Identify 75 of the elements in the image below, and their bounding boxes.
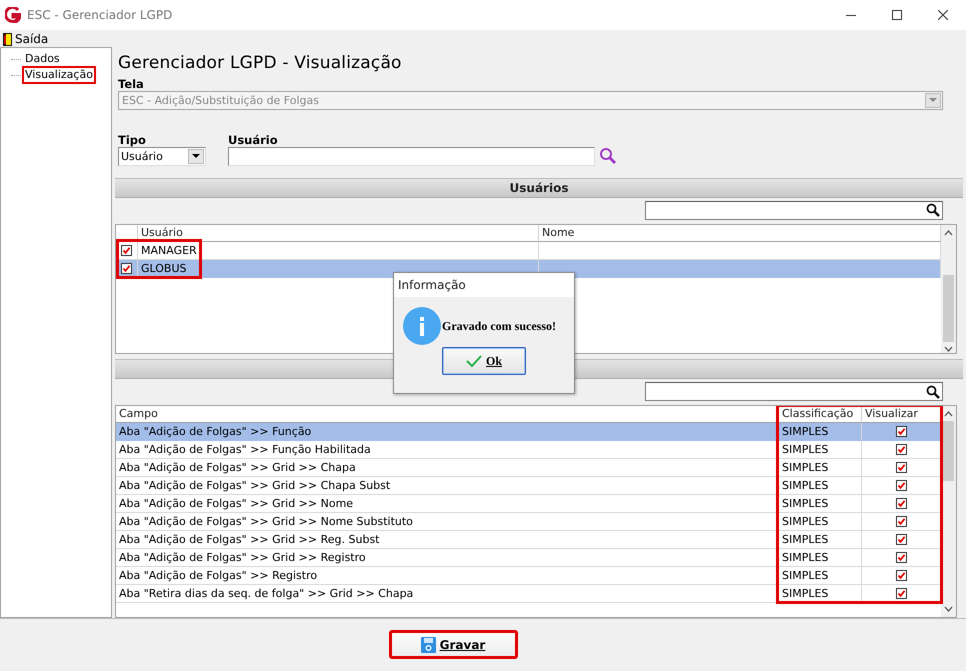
checkbox[interactable] (896, 588, 906, 600)
checkbox[interactable] (896, 516, 906, 528)
table-row[interactable]: Aba "Adição de Folgas" >> Função SIMPLES (116, 423, 941, 442)
table-cell: SIMPLES (779, 531, 862, 550)
search-field[interactable] (645, 200, 943, 220)
search-icon[interactable] (926, 384, 940, 399)
tree-item[interactable]: Dados (22, 50, 63, 68)
field-label: Tela (118, 77, 145, 91)
table-row[interactable]: Aba "Adição de Folgas" >> Grid >> Nome Substituto SIMPLES (116, 513, 941, 532)
checkbox[interactable] (896, 462, 906, 474)
search-icon[interactable] (926, 203, 940, 218)
column-header[interactable]: Visualizar (862, 406, 941, 424)
info-icon (403, 307, 441, 345)
field-label: Usuário (228, 132, 279, 147)
table-cell: SIMPLES (779, 423, 862, 442)
table-cell: SIMPLES (779, 441, 862, 460)
table-cell: Aba "Adição de Folgas" >> Registro (116, 567, 779, 586)
scroll-thumb[interactable] (943, 421, 954, 482)
table-cell: SIMPLES (779, 513, 862, 532)
table-cell: SIMPLES (779, 459, 862, 478)
table-row[interactable]: Aba "Retira dias da seq. de folga" >> Grid >> Chapa SIMPLES (116, 585, 941, 604)
table-cell: SIMPLES (779, 567, 862, 586)
checkbox[interactable] (896, 552, 906, 564)
table-row[interactable]: Aba "Adição de Folgas" >> Grid >> Chapa Subst SIMPLES (116, 477, 941, 496)
table-cell: Aba "Adição de Folgas" >> Grid >> Reg. Subst (116, 531, 779, 550)
table-row[interactable]: Aba "Adição de Folgas" >> Registro SIMPLES (116, 567, 941, 586)
menu-item[interactable]: Saída (15, 32, 48, 46)
table-row[interactable]: Aba "Adição de Folgas" >> Grid >> Reg. Subst SIMPLES (116, 531, 941, 550)
checkbox[interactable] (896, 534, 906, 546)
checkbox[interactable] (121, 262, 132, 274)
search-field[interactable] (645, 382, 943, 402)
field-label: Tipo (118, 132, 147, 147)
exit-door-icon[interactable] (3, 32, 12, 46)
table-cell: Aba "Adição de Folgas" >> Grid >> Nome (116, 495, 779, 514)
section-header: Usuários (115, 178, 963, 198)
table-cell: SIMPLES (779, 495, 862, 514)
table-cell: Aba "Retira dias da seq. de folga" >> Grid >> Chapa (116, 585, 779, 604)
maximize-icon[interactable] (892, 10, 902, 20)
caret-icon[interactable] (192, 154, 200, 159)
type-dropdown[interactable]: Usuário (118, 146, 206, 166)
checkbox[interactable] (896, 480, 906, 492)
table-cell: SIMPLES (779, 585, 862, 604)
table-row[interactable]: Aba "Adição de Folgas" >> Função Habilitada SIMPLES (116, 441, 941, 460)
ok-button[interactable]: Ok (442, 347, 526, 375)
column-header[interactable]: Nome (539, 224, 941, 242)
table-row[interactable]: Aba "Adição de Folgas" >> Grid >> Registro SIMPLES (116, 549, 941, 568)
table-cell: Aba "Adição de Folgas" >> Função Habilitada (116, 441, 779, 460)
table-cell: SIMPLES (779, 477, 862, 496)
check-icon (466, 355, 482, 367)
table-cell: Aba "Adição de Folgas" >> Grid >> Chapa Subst (116, 477, 779, 496)
table-cell: Aba "Adição de Folgas" >> Grid >> Registro (116, 549, 779, 568)
table-row[interactable]: Aba "Adição de Folgas" >> Grid >> Nome SIMPLES (116, 495, 941, 514)
app-logo-icon (5, 7, 21, 23)
page-heading: Gerenciador LGPD - Visualização (118, 52, 403, 75)
table-row[interactable]: Aba "Adição de Folgas" >> Grid >> Chapa SIMPLES (116, 459, 941, 478)
checkbox[interactable] (896, 426, 906, 438)
checkbox[interactable] (896, 498, 906, 510)
column-header[interactable]: Campo (116, 406, 779, 424)
scroll-thumb[interactable] (943, 274, 954, 342)
user-input-field[interactable] (228, 146, 595, 166)
table-cell: SIMPLES (779, 549, 862, 568)
dialog-title: Informação (394, 273, 574, 297)
window-title: ESC - Gerenciador LGPD (27, 8, 174, 22)
table-cell: Aba "Adição de Folgas" >> Grid >> Nome Substituto (116, 513, 779, 532)
save-button[interactable]: Gravar (388, 630, 518, 659)
checkbox[interactable] (896, 570, 906, 582)
tree-item[interactable]: Visualização (22, 66, 96, 84)
checkbox[interactable] (896, 444, 906, 456)
checkbox[interactable] (121, 244, 132, 256)
table-cell: Aba "Adição de Folgas" >> Grid >> Chapa (116, 459, 779, 478)
scrollbar[interactable] (941, 224, 956, 354)
table-cell: Aba "Adição de Folgas" >> Função (116, 423, 779, 442)
column-header[interactable]: Classificação (779, 406, 862, 424)
close-icon[interactable] (938, 10, 948, 20)
dialog-message: Gravado com sucesso! (442, 318, 556, 334)
